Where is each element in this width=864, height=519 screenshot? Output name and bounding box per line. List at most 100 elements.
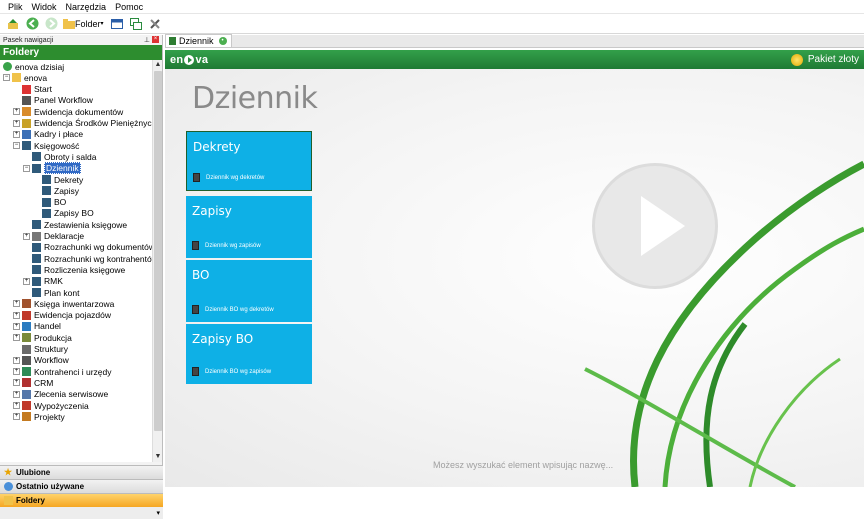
expand-icon[interactable]: + — [13, 311, 20, 319]
tree-item[interactable]: enova dzisiaj — [3, 61, 64, 72]
tree-item[interactable]: Zapisy — [33, 185, 79, 196]
scroll-down-icon[interactable]: ▼ — [153, 452, 163, 462]
tree-item[interactable]: + Kontrahenci i urzędy — [13, 366, 112, 377]
tree-item[interactable]: Obroty i salda — [23, 151, 96, 162]
expand-icon[interactable]: + — [13, 130, 20, 138]
tile-zapisy[interactable]: Zapisy Dziennik wg zapisów — [186, 196, 312, 258]
tree-item-label: enova — [24, 72, 48, 83]
tree-item[interactable]: − enova — [3, 72, 47, 83]
expand-icon[interactable]: + — [13, 390, 20, 398]
tree-item[interactable]: + Wypożyczenia — [13, 400, 89, 411]
tree-item[interactable]: Zestawienia księgowe — [23, 219, 127, 230]
close-icon[interactable]: × — [152, 36, 159, 43]
tile-bo[interactable]: BO Dziennik BO wg dekretów — [186, 260, 312, 322]
tree-item[interactable]: Start — [13, 84, 52, 95]
menu-narzedzia[interactable]: Narzędzia — [66, 2, 107, 12]
tree-item[interactable]: + Workflow — [13, 355, 69, 366]
book-icon — [42, 175, 51, 184]
tree-item[interactable]: Rozrachunki wg kontrahentów — [23, 253, 152, 264]
tree-item[interactable]: Rozliczenia księgowe — [23, 264, 125, 275]
tile-subtitle: Dziennik wg dekretów — [206, 174, 265, 181]
panel-foldery[interactable]: Foldery — [0, 493, 163, 507]
tree-item[interactable]: Zapisy BO — [33, 208, 94, 219]
expand-icon[interactable]: + — [13, 322, 20, 330]
expand-icon[interactable]: + — [13, 334, 20, 342]
main-area: Dziennik Dekrety Dziennik wg dekretów Za… — [165, 69, 864, 487]
people-icon — [22, 129, 31, 139]
tree-item[interactable]: Struktury — [13, 344, 68, 355]
menu-widok[interactable]: Widok — [32, 2, 57, 12]
up-folder-icon[interactable] — [6, 17, 20, 31]
tree-item[interactable]: + Księga inwentarzowa — [13, 298, 114, 309]
tab-dziennik[interactable]: Dziennik • — [165, 34, 232, 47]
expand-icon[interactable]: + — [13, 379, 20, 387]
tree-item[interactable]: Dekrety — [33, 174, 83, 185]
expand-icon[interactable]: + — [13, 119, 20, 127]
cart-icon — [22, 321, 31, 331]
tree-item[interactable]: Panel Workflow — [13, 95, 93, 106]
tree-item[interactable]: + Projekty — [13, 411, 65, 422]
nav-header-title: Pasek nawigacji — [3, 36, 54, 44]
tile-zapisy-bo[interactable]: Zapisy BO Dziennik BO wg zapisów — [186, 324, 312, 384]
tree-item[interactable]: + Ewidencja Środków Pieniężnych — [13, 118, 152, 129]
tree-item[interactable]: + Deklaracje — [23, 231, 84, 242]
package-badge[interactable]: Pakiet złoty — [790, 53, 859, 66]
pin-icon[interactable]: ⊥ — [144, 36, 150, 44]
tree-item[interactable]: Rozrachunki wg dokumentów — [23, 242, 152, 253]
windows-icon[interactable] — [129, 17, 143, 31]
scroll-up-icon[interactable]: ▲ — [153, 60, 163, 70]
tree-item[interactable]: + Handel — [13, 321, 61, 332]
tree-item[interactable]: + Produkcja — [13, 332, 72, 343]
folder-dropdown[interactable]: Folder ▾ — [63, 18, 104, 29]
document-tabs: Dziennik • — [165, 34, 864, 48]
tree-item-label: Kontrahenci i urzędy — [34, 366, 112, 377]
book-icon — [193, 173, 200, 182]
tree-item[interactable]: + Ewidencja pojazdów — [13, 310, 111, 321]
menu-pomoc[interactable]: Pomoc — [115, 2, 143, 12]
expand-icon[interactable]: + — [13, 368, 20, 376]
menu-plik[interactable]: Plik — [8, 2, 23, 12]
database-icon — [12, 73, 21, 83]
collapse-icon[interactable]: − — [13, 142, 20, 150]
collapse-icon[interactable]: − — [23, 164, 30, 172]
expand-icon[interactable]: + — [13, 413, 20, 421]
book-icon — [32, 288, 41, 297]
car-icon — [22, 401, 31, 410]
collapse-icon[interactable]: − — [3, 74, 10, 82]
inventory-icon — [22, 299, 31, 309]
expand-icon[interactable]: + — [13, 402, 20, 409]
expand-icon[interactable]: + — [23, 232, 30, 240]
tree-item[interactable]: + CRM — [13, 377, 53, 388]
close-tab-icon[interactable]: • — [218, 37, 227, 45]
tree-item[interactable]: + Kadry i płace — [13, 129, 83, 140]
tile-subtitle: Dziennik BO wg zapisów — [205, 368, 272, 375]
tile-dekrety[interactable]: Dekrety Dziennik wg dekretów — [186, 131, 312, 191]
forward-icon[interactable] — [44, 17, 58, 31]
tree-scrollbar[interactable]: ▲ ▼ — [152, 60, 162, 462]
panel-ulubione[interactable]: ★ Ulubione — [0, 465, 163, 479]
book-icon — [192, 367, 199, 376]
tree-item[interactable]: + RMK — [23, 276, 63, 287]
expand-icon[interactable]: + — [13, 300, 20, 308]
back-icon[interactable] — [25, 17, 39, 31]
panel-ostatnio-uzywane[interactable]: Ostatnio używane — [0, 479, 163, 493]
tree-item[interactable]: + Ewidencja dokumentów — [13, 106, 123, 117]
panels-menu-button[interactable]: ▾ — [0, 507, 163, 519]
window-icon[interactable] — [110, 17, 124, 31]
tree-item-label: Kadry i płace — [34, 129, 84, 140]
tree-item[interactable]: BO — [33, 197, 66, 208]
tree-item[interactable]: − Dziennik — [23, 162, 81, 175]
workflow-icon — [22, 355, 31, 365]
tree-item[interactable]: − Księgowość — [13, 140, 79, 151]
tree-item[interactable]: + Zlecenia serwisowe — [13, 389, 108, 400]
expand-icon[interactable]: + — [13, 356, 20, 364]
green-circle-icon — [3, 62, 12, 71]
contacts-icon — [22, 367, 31, 377]
panel-label: Ulubione — [16, 468, 51, 477]
tools-icon[interactable] — [148, 17, 162, 31]
book-icon — [32, 152, 41, 162]
expand-icon[interactable]: + — [13, 108, 20, 116]
expand-icon[interactable]: + — [23, 277, 30, 285]
tree-item[interactable]: Plan kont — [23, 287, 79, 298]
scroll-thumb[interactable] — [154, 71, 162, 431]
